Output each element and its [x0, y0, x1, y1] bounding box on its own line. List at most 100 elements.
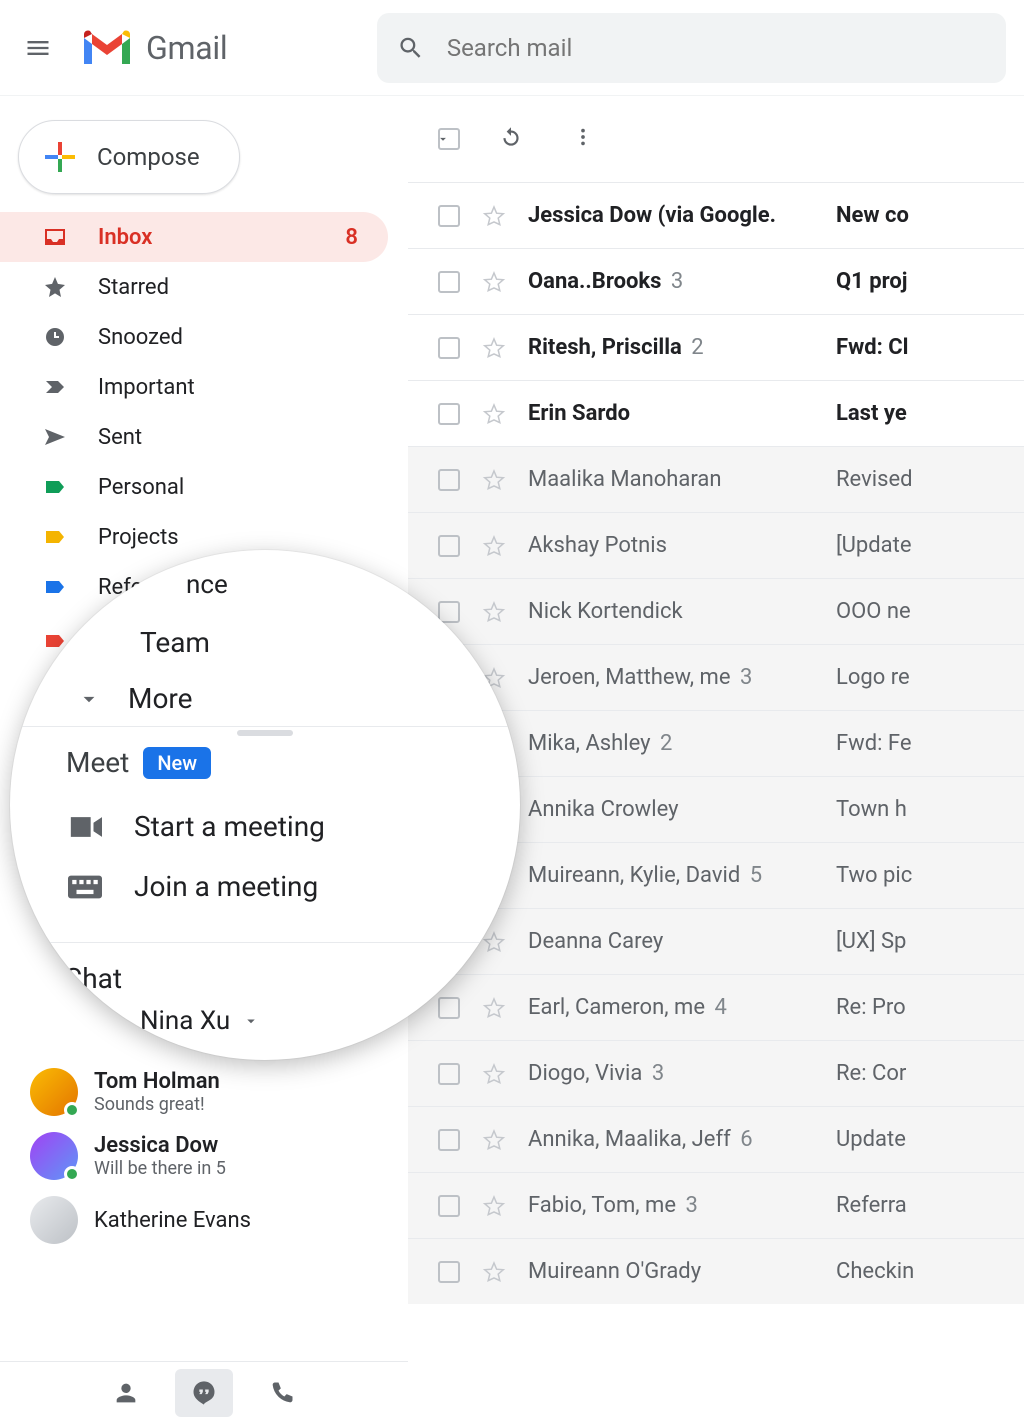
hangouts-button[interactable]: [175, 1369, 233, 1417]
email-row[interactable]: Fabio, Tom, me 3Referra: [408, 1172, 1024, 1238]
star-button[interactable]: [482, 402, 506, 426]
star-button[interactable]: [482, 204, 506, 228]
chevron-down-icon: [76, 686, 102, 712]
email-sender: Jessica Dow (via Google.: [528, 203, 836, 228]
chat-contact[interactable]: Katherine Evans: [30, 1188, 390, 1252]
sidebar-item-inbox[interactable]: Inbox 8: [0, 212, 388, 262]
compose-label: Compose: [97, 143, 200, 171]
more-label: More: [128, 682, 193, 715]
email-row[interactable]: Muireann O'GradyCheckin: [408, 1238, 1024, 1304]
divider: [10, 726, 520, 727]
row-checkbox[interactable]: [438, 1195, 460, 1217]
row-checkbox[interactable]: [438, 1261, 460, 1283]
refresh-icon: [498, 124, 524, 150]
star-button[interactable]: [482, 468, 506, 492]
sidebar-item-personal[interactable]: Personal: [0, 462, 388, 512]
gmail-logo[interactable]: Gmail: [80, 28, 227, 68]
phone-button[interactable]: [253, 1369, 311, 1417]
chat-contact[interactable]: Jessica Dow Will be there in 5: [30, 1124, 390, 1188]
row-checkbox[interactable]: [438, 403, 460, 425]
chat-section: Tom Holman Sounds great! Jessica Dow Wil…: [30, 1060, 390, 1252]
avatar: [30, 1196, 78, 1244]
email-row[interactable]: Annika, Maalika, Jeff 6Update: [408, 1106, 1024, 1172]
compose-button[interactable]: Compose: [18, 120, 240, 194]
search-icon: [397, 33, 424, 63]
chevron-down-icon: [242, 1012, 260, 1030]
keyboard-icon: [68, 873, 102, 901]
more-vert-icon: [572, 126, 594, 148]
label-green-icon: [42, 474, 68, 500]
email-subject: Revised: [836, 467, 913, 492]
email-row[interactable]: Erin SardoLast ye: [408, 380, 1024, 446]
join-meeting-button[interactable]: Join a meeting: [68, 870, 318, 903]
email-subject: Logo re: [836, 665, 910, 690]
sidebar-item-starred[interactable]: Starred: [0, 262, 388, 312]
select-all[interactable]: [438, 128, 450, 150]
email-sender: Erin Sardo: [528, 401, 836, 426]
email-subject: Re: Cor: [836, 1061, 906, 1086]
more-button[interactable]: [572, 126, 594, 152]
star-button[interactable]: [482, 270, 506, 294]
email-subject: Referra: [836, 1193, 907, 1218]
row-checkbox[interactable]: [438, 271, 460, 293]
app-name: Gmail: [146, 29, 227, 67]
compose-plus-icon: [43, 140, 77, 174]
sidebar-item-label: Projects: [98, 525, 388, 550]
chat-contact[interactable]: Tom Holman Sounds great!: [30, 1060, 390, 1124]
main-menu-icon[interactable]: [18, 28, 58, 68]
start-meeting-label: Start a meeting: [134, 810, 325, 843]
row-checkbox[interactable]: [438, 469, 460, 491]
sent-icon: [42, 424, 68, 450]
sidebar-item-label: Snoozed: [98, 325, 388, 350]
drag-handle[interactable]: [237, 730, 293, 736]
star-button[interactable]: [482, 336, 506, 360]
presence-dot: [64, 1102, 80, 1118]
meet-zoom-callout: nce Team More Meet New Start a meeting J…: [10, 550, 520, 1060]
email-sender: Muireann, Kylie, David 5: [528, 863, 836, 888]
row-checkbox[interactable]: [438, 337, 460, 359]
sidebar-item-team[interactable]: Team: [140, 626, 210, 659]
sidebar-item-label: Sent: [98, 425, 388, 450]
email-row[interactable]: Oana..Brooks 3Q1 proj: [408, 248, 1024, 314]
star-button[interactable]: [482, 1128, 506, 1152]
email-row[interactable]: Jessica Dow (via Google.New co: [408, 182, 1024, 248]
row-checkbox[interactable]: [438, 1063, 460, 1085]
important-icon: [42, 374, 68, 400]
meet-label: Meet: [66, 746, 129, 779]
sidebar-item-label: Important: [98, 375, 388, 400]
search-bar[interactable]: [377, 13, 1006, 83]
chat-contact-name: Jessica Dow: [94, 1133, 226, 1158]
video-icon: [68, 813, 102, 841]
email-subject: Two pic: [836, 863, 912, 888]
search-input[interactable]: [447, 34, 986, 62]
avatar: [42, 994, 94, 1046]
sidebar-item-count: 8: [345, 225, 358, 250]
star-button[interactable]: [482, 1194, 506, 1218]
email-row[interactable]: Maalika ManoharanRevised: [408, 446, 1024, 512]
sidebar-item-important[interactable]: Important: [0, 362, 388, 412]
email-sender: Ritesh, Priscilla 2: [528, 335, 836, 360]
chat-contact-snippet: Will be there in 5: [94, 1158, 226, 1179]
chat-contact-name: Nina Xu: [140, 1006, 230, 1036]
chat-contact-name: Katherine Evans: [94, 1208, 251, 1233]
join-meeting-label: Join a meeting: [134, 870, 318, 903]
chat-contact[interactable]: Nina Xu: [140, 1006, 260, 1036]
partial-text: nce: [186, 570, 228, 600]
start-meeting-button[interactable]: Start a meeting: [68, 810, 325, 843]
contacts-button[interactable]: [97, 1369, 155, 1417]
sidebar-item-snoozed[interactable]: Snoozed: [0, 312, 388, 362]
row-checkbox[interactable]: [438, 1129, 460, 1151]
sidebar-item-sent[interactable]: Sent: [0, 412, 388, 462]
refresh-button[interactable]: [498, 124, 524, 154]
row-checkbox[interactable]: [438, 205, 460, 227]
star-button[interactable]: [482, 1260, 506, 1284]
sidebar-more[interactable]: More: [76, 682, 193, 715]
email-sender: Muireann O'Grady: [528, 1259, 836, 1284]
email-subject: Update: [836, 1127, 906, 1152]
email-sender: Mika, Ashley 2: [528, 731, 836, 756]
email-row[interactable]: Ritesh, Priscilla 2Fwd: Cl: [408, 314, 1024, 380]
sidebar-item-label: Personal: [98, 475, 388, 500]
divider: [10, 942, 520, 943]
star-button[interactable]: [482, 1062, 506, 1086]
gmail-m-icon: [80, 28, 134, 68]
